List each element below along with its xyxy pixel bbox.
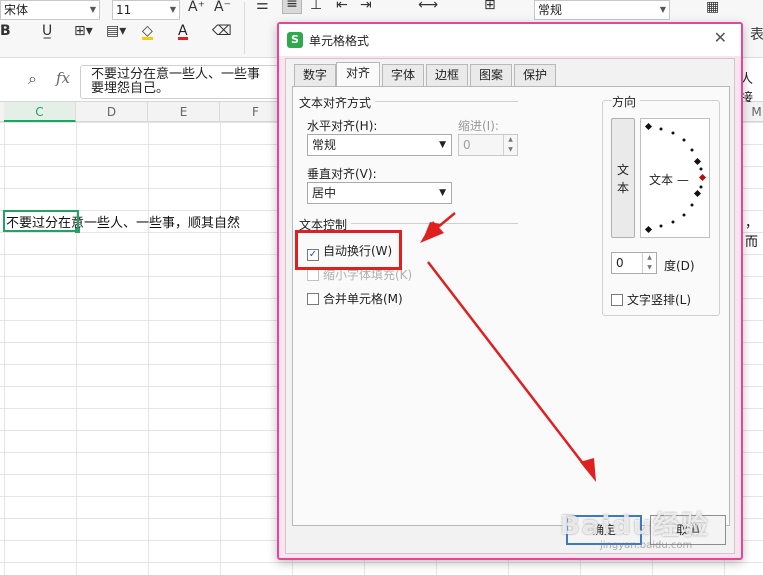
annotation-arrows	[420, 212, 596, 482]
watermark-url: jingyan.baidu.com	[600, 540, 693, 551]
watermark-text: Baidu经验	[560, 511, 710, 541]
